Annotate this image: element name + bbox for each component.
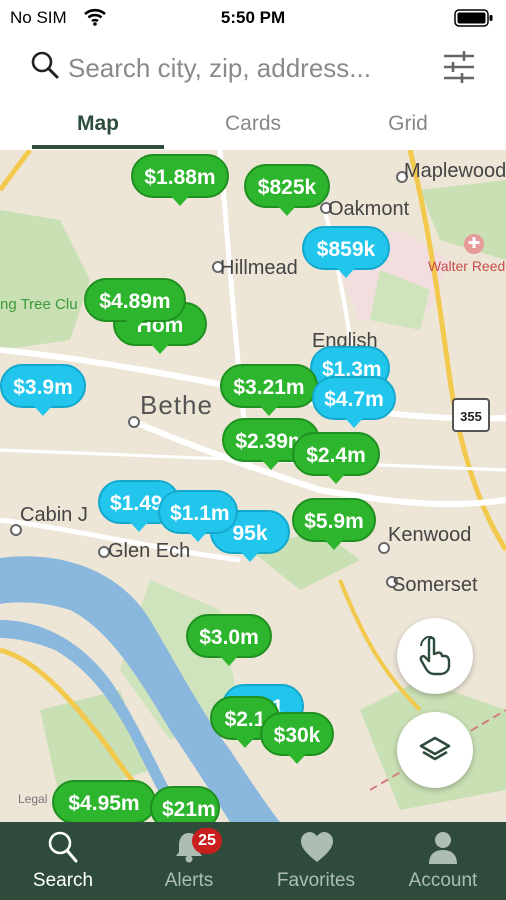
tabbar-search[interactable]: Search [0, 822, 126, 900]
draw-search-button[interactable] [397, 618, 473, 694]
tab-cards[interactable]: Cards [186, 100, 320, 150]
route-shield: 355 [452, 398, 490, 432]
status-time: 5:50 PM [220, 8, 286, 27]
price-pin[interactable]: $30k [260, 712, 334, 764]
price-pin[interactable]: $859k [302, 226, 390, 278]
tabbar-label: Favorites [276, 870, 356, 891]
place-tree-club: ng Tree Clu [0, 296, 78, 313]
price-pin[interactable]: $4.7m [312, 376, 396, 428]
place-dot [128, 416, 140, 428]
place-oakmont: Oakmont [328, 198, 410, 220]
map-layers-button[interactable] [397, 712, 473, 788]
price-pin[interactable]: $4.95m [52, 780, 156, 822]
tabbar-account[interactable]: Account [380, 822, 506, 900]
price-pin[interactable]: $3.0m [186, 614, 272, 666]
place-maplewood: Maplewood [404, 160, 506, 182]
tabbar-label: Search [32, 870, 94, 891]
tabbar-alerts[interactable]: 25 Alerts [126, 822, 252, 900]
search-icon [31, 51, 59, 79]
place-bethesda: Bethe [140, 390, 213, 420]
map-legal-link[interactable]: Legal [18, 792, 47, 806]
tabbar-favorites[interactable]: Favorites [253, 822, 379, 900]
filter-sliders-icon[interactable] [440, 48, 478, 86]
price-pin[interactable]: $3.21m [220, 364, 318, 416]
active-tab-indicator [32, 145, 164, 149]
price-pin[interactable]: $1.88m [131, 154, 229, 206]
hand-pointer-icon [419, 636, 451, 676]
tabbar-label: Account [408, 870, 478, 891]
search-bar [0, 36, 506, 100]
person-icon [429, 832, 457, 864]
map-view[interactable]: Maplewood Oakmont Hillmead English Bethe… [0, 150, 506, 822]
search-input[interactable] [68, 48, 428, 88]
alerts-badge: 25 [192, 828, 222, 854]
view-tabs: Map Cards Grid [0, 100, 506, 151]
price-pin[interactable]: $825k [244, 164, 330, 216]
heart-icon [301, 832, 333, 862]
price-pin[interactable]: $1.1m [158, 490, 238, 542]
place-hillmead: Hillmead [220, 257, 298, 279]
price-pin[interactable]: $4.89m [84, 278, 186, 330]
price-pin[interactable]: $3.9m [0, 364, 86, 416]
battery-icon [454, 9, 493, 27]
search-icon [48, 831, 78, 863]
price-pin[interactable]: $5.9m [292, 498, 376, 550]
place-walter-reed: Walter Reed National Military Medical Ce… [428, 258, 506, 274]
hospital-icon: ✚ [464, 234, 484, 254]
place-kenwood: Kenwood [388, 524, 472, 546]
tab-grid[interactable]: Grid [342, 100, 474, 150]
layers-icon [419, 736, 451, 761]
place-cabin-john: Cabin J [20, 504, 88, 526]
tab-map[interactable]: Map [32, 100, 164, 150]
bottom-tab-bar: Search 25 Alerts Favorites Account [0, 822, 506, 900]
place-somerset: Somerset [392, 574, 478, 596]
price-pin[interactable]: $21m [150, 786, 220, 822]
status-bar: No SIM 5:50 PM [0, 0, 506, 36]
place-glen-echo: Glen Ech [108, 540, 191, 562]
price-pin[interactable]: $2.4m [292, 432, 380, 484]
tabbar-label: Alerts [164, 870, 214, 891]
